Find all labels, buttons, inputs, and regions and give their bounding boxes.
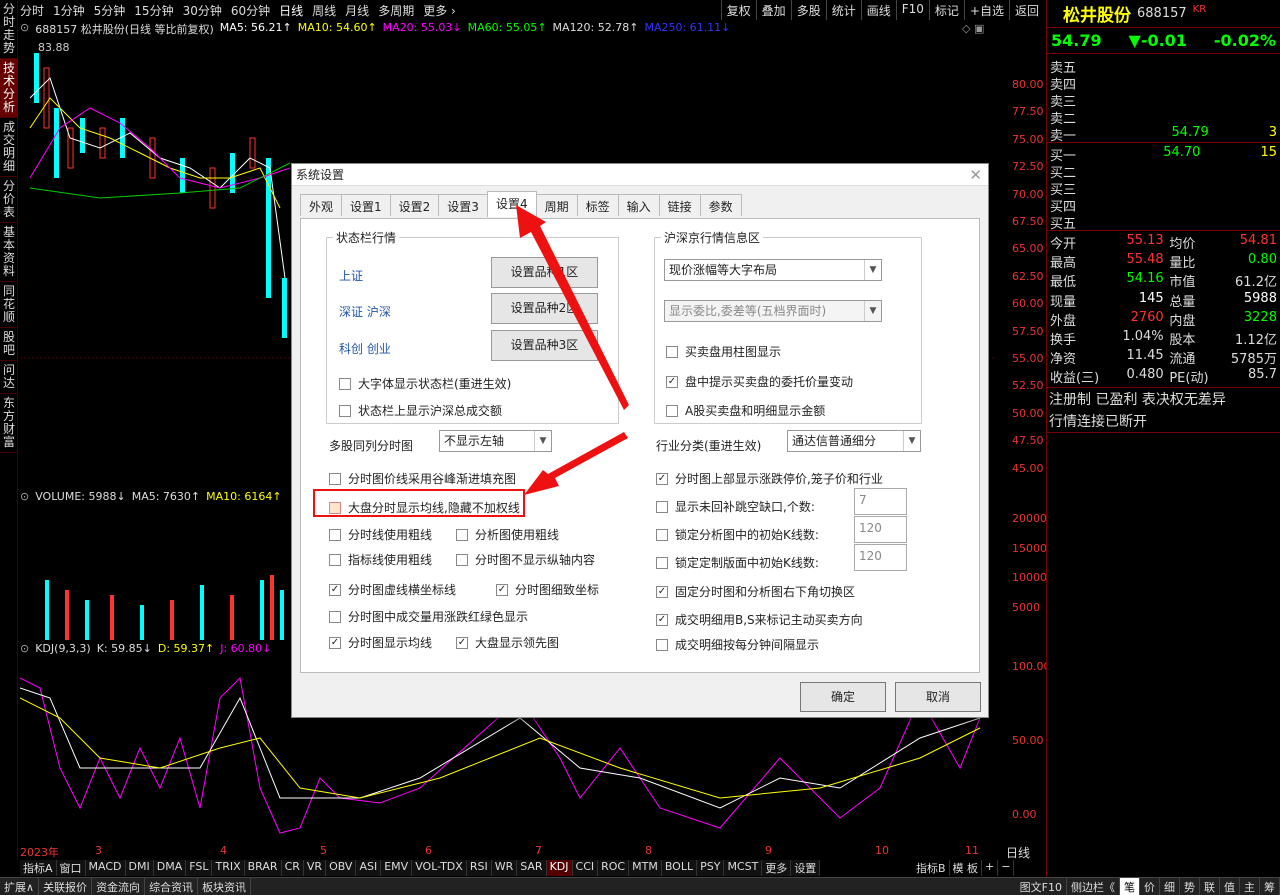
annotation-arrows: [516, 205, 629, 495]
arrow-to-checkbox: [524, 432, 628, 495]
arrow-to-tab: [516, 205, 629, 410]
